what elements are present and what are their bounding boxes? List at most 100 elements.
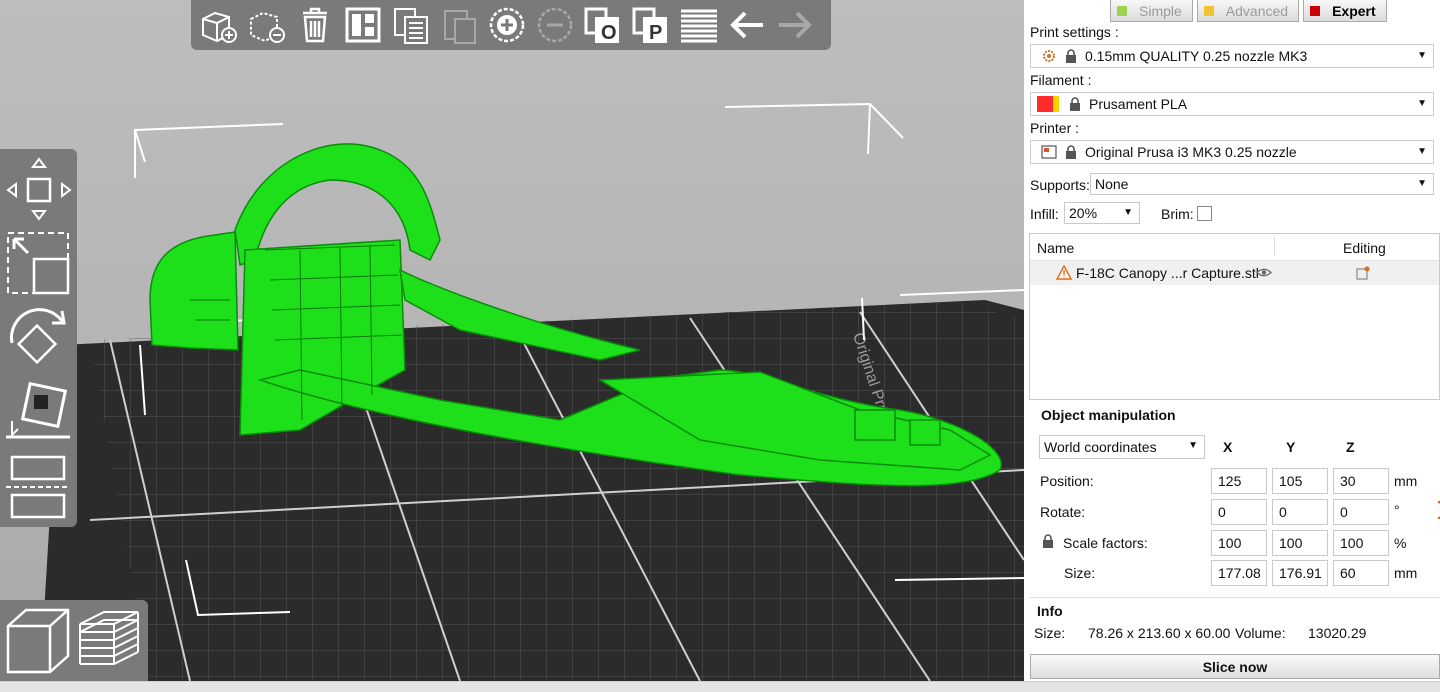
- chevron-down-icon: ▼: [1417, 98, 1427, 109]
- mode-advanced-button[interactable]: Advanced: [1196, 0, 1300, 22]
- print-settings-value: 0.15mm QUALITY 0.25 nozzle MK3: [1085, 48, 1308, 64]
- undo-icon[interactable]: [725, 3, 769, 47]
- position-z-field[interactable]: 30: [1333, 468, 1389, 494]
- mode-expert-label: Expert: [1332, 2, 1376, 19]
- filament-select[interactable]: Prusament PLA ▼: [1030, 92, 1434, 116]
- position-y-field[interactable]: 105: [1272, 468, 1328, 494]
- scale-z-field[interactable]: 100: [1333, 530, 1389, 556]
- scale-lock-icon[interactable]: [1042, 534, 1054, 548]
- rotate-z-field[interactable]: 0: [1333, 499, 1389, 525]
- add-instance-icon[interactable]: [485, 3, 529, 47]
- print-settings-select[interactable]: 0.15mm QUALITY 0.25 nozzle MK3 ▼: [1030, 44, 1434, 68]
- coordinates-value: World coordinates: [1044, 439, 1157, 455]
- info-volume-value: 13020.29: [1308, 625, 1367, 641]
- printer-value: Original Prusa i3 MK3 0.25 nozzle: [1085, 144, 1297, 160]
- rotate-x-field[interactable]: 0: [1211, 499, 1267, 525]
- lock-icon: [1066, 49, 1076, 63]
- object-list: Name Editing F-18C Canopy ...r Capture.s…: [1029, 233, 1440, 400]
- supports-label: Supports:: [1030, 177, 1090, 193]
- mode-advanced-swatch: [1203, 5, 1214, 16]
- rotate-unit: °: [1394, 502, 1400, 518]
- info-size-label: Size:: [1034, 625, 1066, 641]
- warning-icon[interactable]: [1056, 265, 1072, 280]
- brim-checkbox[interactable]: [1197, 206, 1212, 221]
- copy-icon[interactable]: [389, 3, 433, 47]
- column-name-header[interactable]: Name: [1037, 240, 1074, 256]
- layers-editing-icon[interactable]: [677, 3, 721, 47]
- 3d-viewport[interactable]: Original Prusa i3 MK3: [0, 0, 1024, 681]
- mode-advanced-label: Advanced: [1225, 2, 1289, 19]
- rotate-label: Rotate:: [1040, 504, 1086, 520]
- axis-y-header: Y: [1286, 439, 1296, 455]
- object-name: F-18C Canopy ...r Capture.stl: [1076, 265, 1259, 281]
- scale-unit: %: [1394, 535, 1407, 551]
- infill-label: Infill:: [1030, 206, 1059, 222]
- info-size-value: 78.26 x 213.60 x 60.00: [1088, 625, 1231, 641]
- view-toolbar: [0, 600, 148, 681]
- eye-icon[interactable]: [1256, 267, 1272, 278]
- printer-select[interactable]: Original Prusa i3 MK3 0.25 nozzle ▼: [1030, 140, 1434, 164]
- object-list-header: Name Editing: [1030, 234, 1439, 261]
- move-icon[interactable]: [4, 155, 72, 223]
- rotate-icon[interactable]: [4, 303, 72, 371]
- svg-text:P: P: [649, 22, 662, 44]
- top-toolbar: O P: [191, 0, 831, 50]
- svg-text:O: O: [601, 22, 617, 44]
- filament-color-icon: [1037, 96, 1061, 112]
- edit-settings-icon[interactable]: [1356, 266, 1370, 280]
- print-settings-label: Print settings :: [1030, 24, 1119, 40]
- position-x-field[interactable]: 125: [1211, 468, 1267, 494]
- info-title: Info: [1037, 603, 1063, 619]
- brim-label: Brim:: [1161, 206, 1194, 222]
- scene-canvas[interactable]: Original Prusa i3 MK3: [0, 0, 1024, 681]
- size-z-field[interactable]: 60: [1333, 560, 1389, 586]
- split-objects-icon[interactable]: O: [581, 3, 625, 47]
- axis-z-header: Z: [1346, 439, 1355, 455]
- coordinates-select[interactable]: World coordinates ▼: [1039, 435, 1205, 459]
- place-on-face-icon[interactable]: [4, 377, 72, 445]
- lock-icon: [1066, 145, 1076, 159]
- arrange-icon[interactable]: [341, 3, 385, 47]
- info-volume-label: Volume:: [1235, 625, 1286, 641]
- object-manipulation-title: Object manipulation: [1041, 407, 1176, 423]
- bed-grid: [90, 302, 1024, 681]
- chevron-down-icon: ▼: [1188, 440, 1198, 451]
- scale-y-field[interactable]: 100: [1272, 530, 1328, 556]
- rotate-y-field[interactable]: 0: [1272, 499, 1328, 525]
- mode-expert-button[interactable]: Expert: [1303, 0, 1387, 22]
- mode-simple-label: Simple: [1139, 2, 1182, 19]
- paste-icon[interactable]: [437, 3, 481, 47]
- delete-object-icon[interactable]: [245, 3, 289, 47]
- lock-icon: [1070, 97, 1080, 111]
- size-unit: mm: [1394, 565, 1418, 581]
- chevron-down-icon: ▼: [1417, 50, 1427, 61]
- mode-simple-button[interactable]: Simple: [1110, 0, 1193, 22]
- printer-label: Printer :: [1030, 120, 1080, 136]
- chevron-down-icon: ▼: [1123, 207, 1133, 218]
- list-item[interactable]: F-18C Canopy ...r Capture.stl: [1030, 261, 1439, 285]
- scale-x-field[interactable]: 100: [1211, 530, 1267, 556]
- delete-all-icon[interactable]: [293, 3, 337, 47]
- add-object-icon[interactable]: [197, 3, 241, 47]
- 3d-view-icon[interactable]: [4, 604, 74, 676]
- reset-rotation-icon[interactable]: [1430, 500, 1440, 520]
- filament-value: Prusament PLA: [1089, 96, 1188, 112]
- printer-icon: [1041, 144, 1057, 160]
- sidebar-panel: Simple Advanced Expert Print settings : …: [1024, 0, 1440, 681]
- remove-instance-icon[interactable]: [533, 3, 577, 47]
- axis-x-header: X: [1223, 439, 1233, 455]
- redo-icon[interactable]: [773, 3, 817, 47]
- slice-now-button[interactable]: Slice now: [1030, 654, 1440, 679]
- size-y-field[interactable]: 176.91: [1272, 560, 1328, 586]
- position-label: Position:: [1040, 473, 1094, 489]
- cut-icon[interactable]: [4, 451, 72, 519]
- filament-label: Filament :: [1030, 72, 1092, 88]
- size-x-field[interactable]: 177.08: [1211, 560, 1267, 586]
- scale-icon[interactable]: [4, 229, 72, 297]
- column-editing-header[interactable]: Editing: [1343, 240, 1386, 256]
- preview-layers-icon[interactable]: [74, 604, 144, 676]
- supports-select[interactable]: None ▼: [1090, 173, 1434, 195]
- chevron-down-icon: ▼: [1417, 146, 1427, 157]
- infill-select[interactable]: 20% ▼: [1064, 202, 1140, 224]
- split-parts-icon[interactable]: P: [629, 3, 673, 47]
